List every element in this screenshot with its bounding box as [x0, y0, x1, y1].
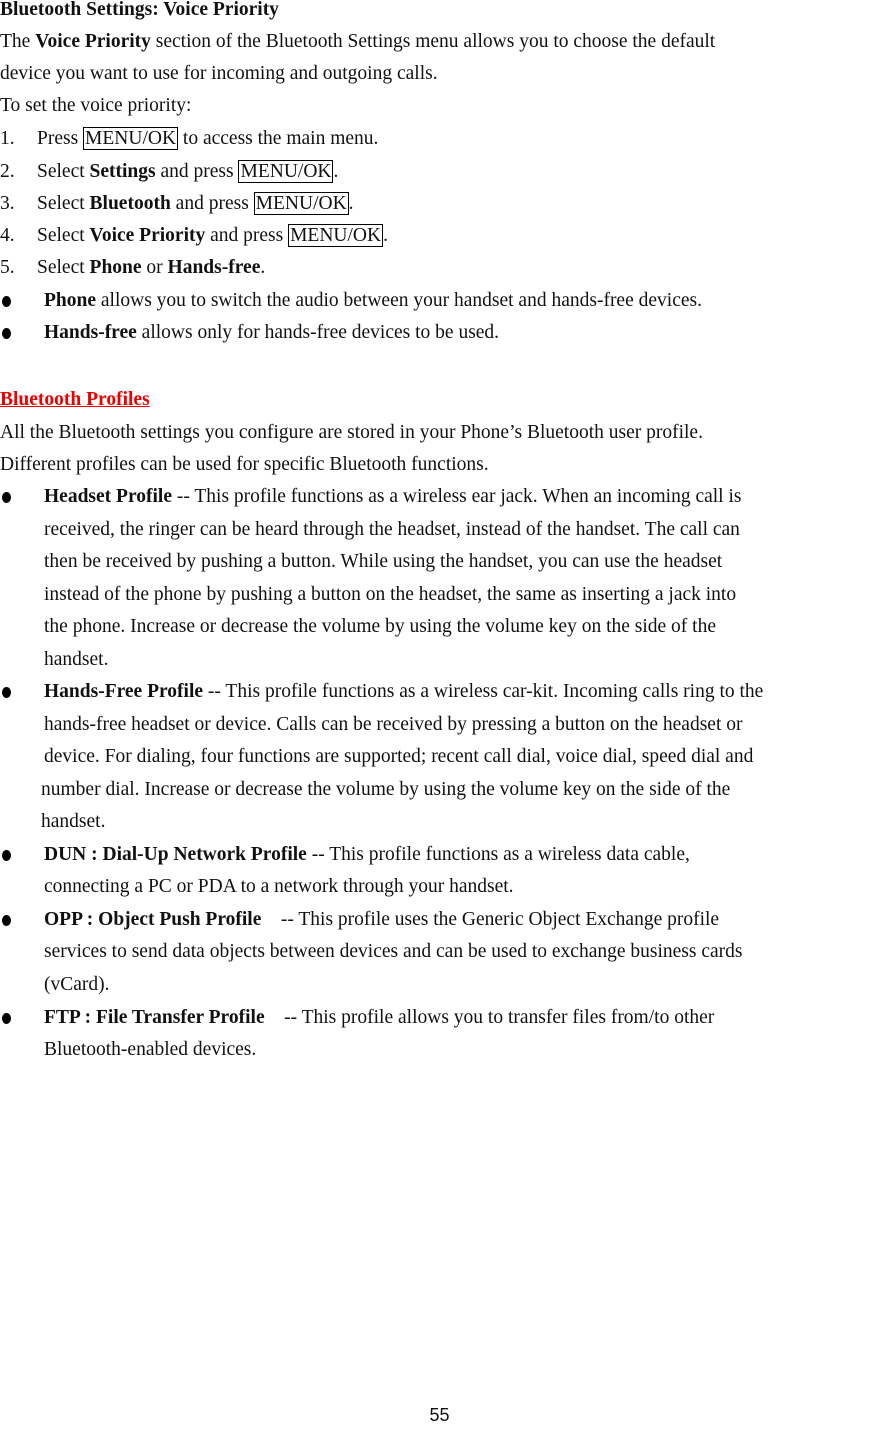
menu-ok-key: MENU/OK	[288, 224, 384, 247]
option-hands-free: Hands-free allows only for hands-free de…	[0, 321, 499, 345]
option-phone: Phone allows you to switch the audio bet…	[0, 289, 702, 313]
menu-ok-key: MENU/OK	[83, 127, 179, 150]
bullet-icon	[2, 296, 11, 307]
intro-paragraph-line2: device you want to use for incoming and …	[0, 63, 438, 84]
intro-paragraph: The Voice Priority section of the Blueto…	[0, 31, 716, 52]
profiles-intro-line1: All the Bluetooth settings you configure…	[0, 422, 703, 443]
profiles-heading: Bluetooth Profiles	[0, 389, 150, 410]
page-number: 55	[429, 1405, 450, 1425]
step-4: 4. Select Voice Priority and press MENU/O…	[0, 224, 388, 247]
menu-ok-key: MENU/OK	[238, 160, 334, 183]
step-3: 3. Select Bluetooth and press MENU/OK.	[0, 192, 354, 215]
menu-ok-key: MENU/OK	[253, 192, 349, 215]
bullet-icon	[2, 328, 11, 339]
bullet-icon	[2, 492, 11, 503]
bullet-icon	[2, 915, 11, 926]
step-5: 5. Select Phone or Hands-free.	[0, 257, 266, 278]
page-title: Bluetooth Settings: Voice Priority	[0, 0, 279, 20]
step-2: 2. Select Settings and press MENU/OK.	[0, 160, 339, 183]
steps-intro: To set the voice priority:	[0, 95, 192, 116]
profiles-intro-line2: Different profiles can be used for speci…	[0, 454, 489, 475]
bullet-icon	[2, 1013, 11, 1024]
step-1: 1. Press MENU/OK to access the main menu.	[0, 127, 379, 150]
bullet-icon	[2, 687, 11, 698]
bullet-icon	[2, 850, 11, 861]
